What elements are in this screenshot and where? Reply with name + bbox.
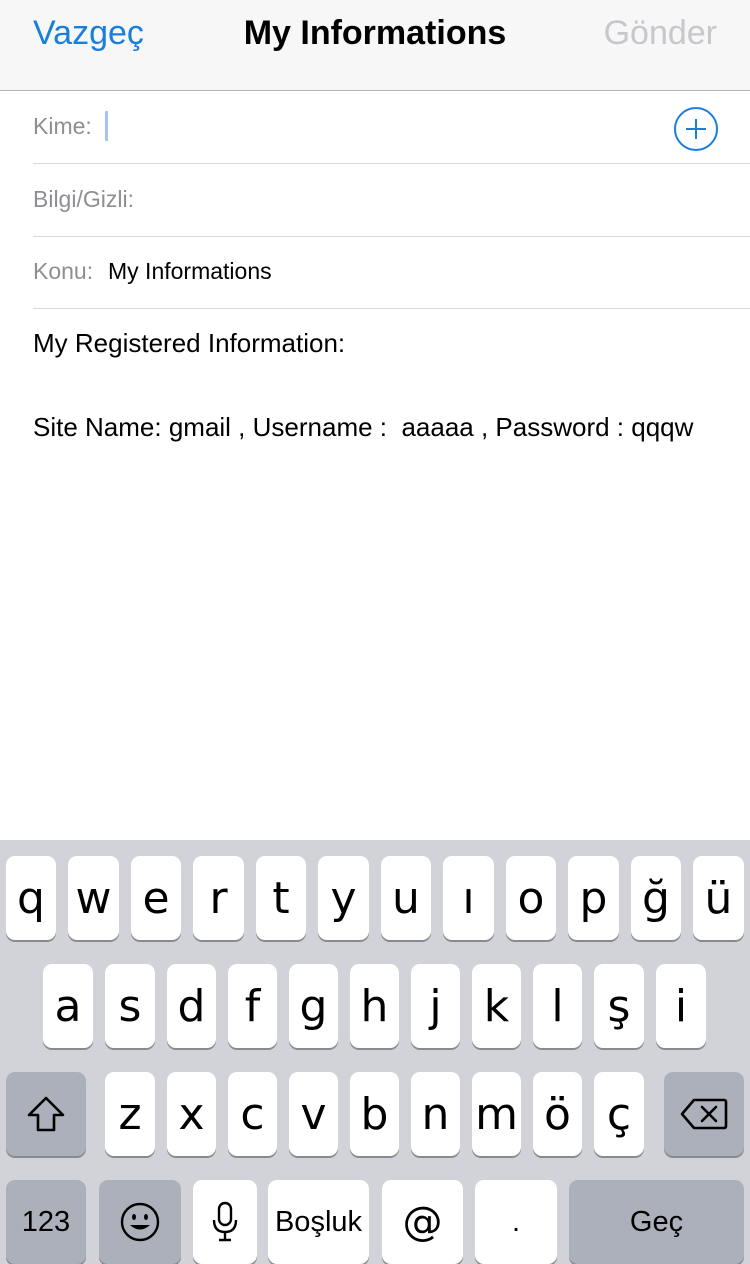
cancel-button[interactable]: Vazgeç: [33, 14, 144, 53]
navigation-bar: My Informations Vazgeç Gönder: [0, 0, 750, 91]
key-u[interactable]: u: [381, 856, 431, 940]
key-o-umlaut[interactable]: ö: [533, 1072, 582, 1156]
key-l[interactable]: l: [533, 964, 582, 1048]
key-o[interactable]: o: [506, 856, 556, 940]
numbers-key[interactable]: 123: [6, 1180, 86, 1264]
key-j[interactable]: j: [411, 964, 460, 1048]
key-r[interactable]: r: [193, 856, 244, 940]
shift-key[interactable]: [6, 1072, 86, 1156]
key-i[interactable]: i: [656, 964, 706, 1048]
body-line-heading: My Registered Information:: [33, 328, 346, 358]
key-a[interactable]: a: [43, 964, 93, 1048]
key-g-breve[interactable]: ğ: [631, 856, 681, 940]
text-cursor: [105, 111, 108, 141]
send-button[interactable]: Gönder: [604, 14, 717, 53]
shift-icon: [26, 1095, 66, 1133]
key-dotless-i[interactable]: ı: [443, 856, 494, 940]
key-s-cedilla[interactable]: ş: [594, 964, 644, 1048]
key-v[interactable]: v: [289, 1072, 338, 1156]
to-label: Kime:: [33, 113, 92, 139]
key-b[interactable]: b: [350, 1072, 399, 1156]
key-c-cedilla[interactable]: ç: [594, 1072, 644, 1156]
key-x[interactable]: x: [167, 1072, 216, 1156]
subject-field[interactable]: Konu: My Informations: [33, 236, 750, 309]
return-key[interactable]: Geç: [569, 1180, 744, 1264]
emoji-key[interactable]: [99, 1180, 181, 1264]
backspace-key[interactable]: [664, 1072, 744, 1156]
key-h[interactable]: h: [350, 964, 399, 1048]
key-n[interactable]: n: [411, 1072, 460, 1156]
key-u-umlaut[interactable]: ü: [693, 856, 744, 940]
at-key[interactable]: @: [382, 1180, 463, 1264]
body-line-blank: ​: [33, 364, 723, 406]
key-t[interactable]: t: [256, 856, 306, 940]
key-g[interactable]: g: [289, 964, 338, 1048]
body-line-credentials: Site Name: gmail , Username : aaaaa , Pa…: [33, 412, 694, 442]
key-f[interactable]: f: [228, 964, 277, 1048]
key-p[interactable]: p: [568, 856, 619, 940]
add-contact-icon[interactable]: [674, 107, 718, 151]
key-e[interactable]: e: [131, 856, 181, 940]
backspace-icon: [680, 1097, 728, 1131]
key-c[interactable]: c: [228, 1072, 277, 1156]
cc-bcc-field[interactable]: Bilgi/Gizli:: [33, 164, 750, 237]
key-z[interactable]: z: [105, 1072, 155, 1156]
emoji-icon: [119, 1201, 161, 1243]
subject-input[interactable]: My Informations: [108, 258, 272, 285]
subject-label: Konu:: [33, 258, 94, 284]
space-key[interactable]: Boşluk: [268, 1180, 369, 1264]
to-field[interactable]: Kime:: [33, 91, 750, 164]
key-y[interactable]: y: [318, 856, 369, 940]
message-body[interactable]: My Registered Information: ​ Site Name: …: [33, 322, 723, 448]
key-s[interactable]: s: [105, 964, 155, 1048]
key-m[interactable]: m: [472, 1072, 521, 1156]
key-k[interactable]: k: [472, 964, 521, 1048]
microphone-icon: [210, 1200, 240, 1244]
dictation-key[interactable]: [193, 1180, 257, 1264]
key-q[interactable]: q: [6, 856, 56, 940]
cc-bcc-label: Bilgi/Gizli:: [33, 186, 134, 212]
key-w[interactable]: w: [68, 856, 119, 940]
key-d[interactable]: d: [167, 964, 216, 1048]
keyboard: q w e r t y u ı o p ğ ü a s d f g h j k …: [0, 840, 750, 1264]
period-key[interactable]: .: [475, 1180, 557, 1264]
